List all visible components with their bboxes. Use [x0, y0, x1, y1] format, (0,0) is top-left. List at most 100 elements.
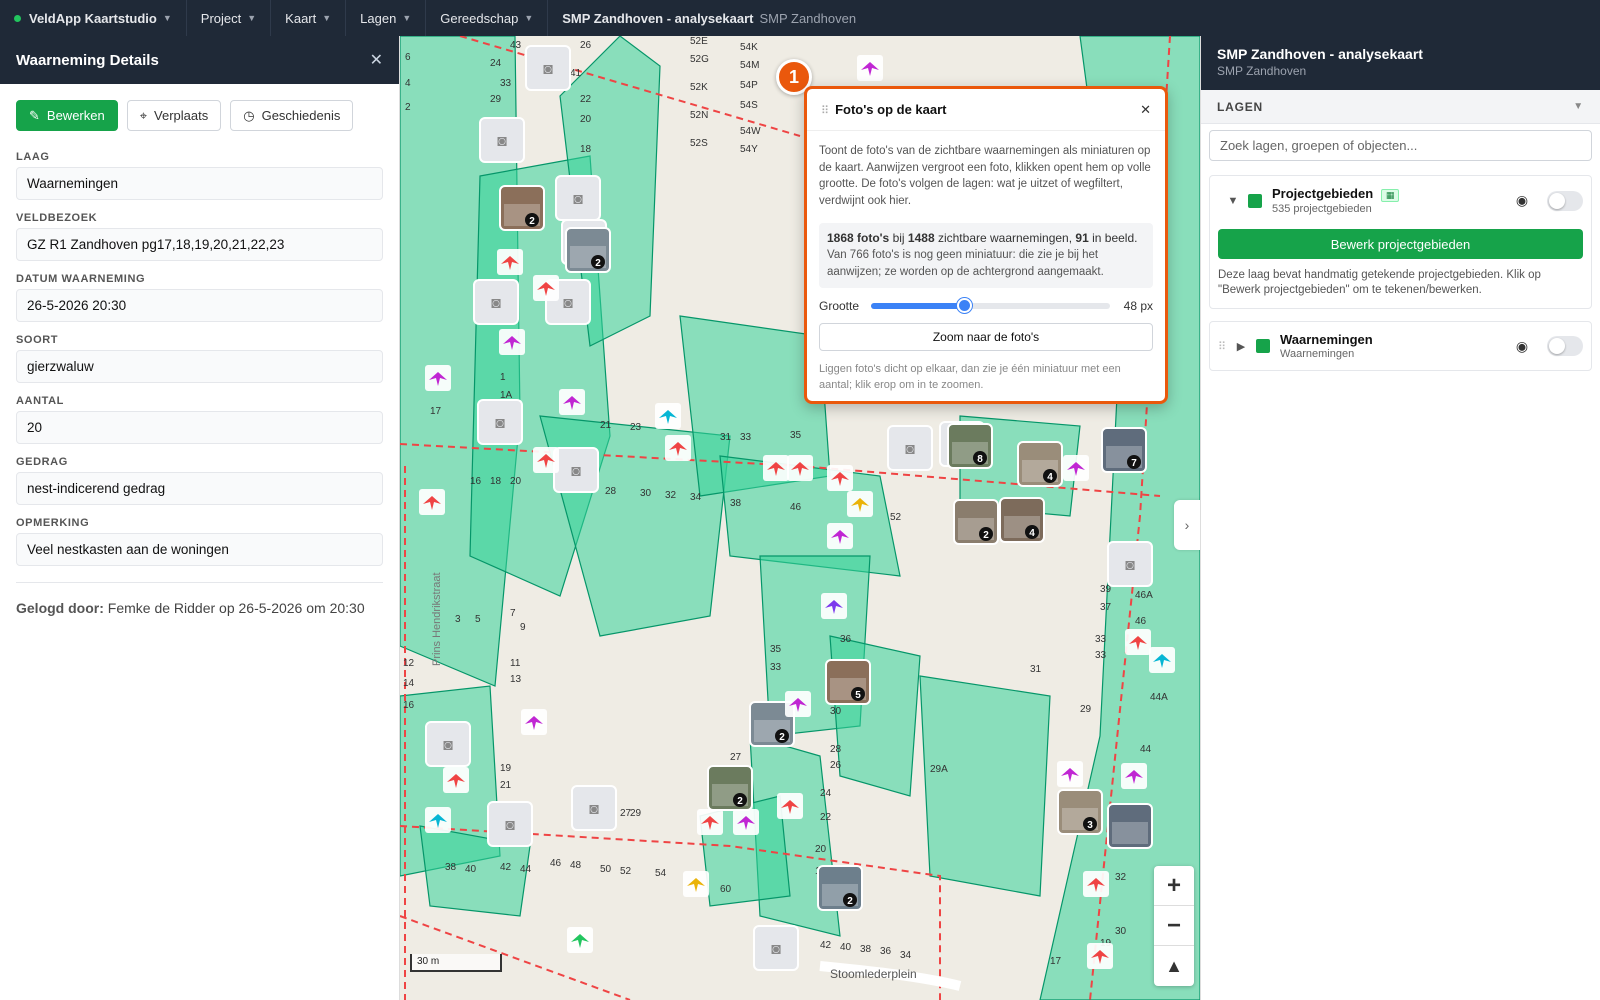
- observation-marker[interactable]: [567, 927, 593, 953]
- field-value-veldbezoek: GZ R1 Zandhoven pg17,18,19,20,21,22,23: [16, 228, 383, 261]
- layer-search-input[interactable]: Zoek lagen, groepen of objecten...: [1209, 130, 1592, 161]
- observation-marker[interactable]: [559, 389, 585, 415]
- observation-marker[interactable]: [1125, 629, 1151, 655]
- observation-marker[interactable]: [697, 809, 723, 835]
- observation-marker[interactable]: [787, 455, 813, 481]
- observation-marker[interactable]: [733, 809, 759, 835]
- observation-marker[interactable]: [1121, 763, 1147, 789]
- drag-handle-icon[interactable]: ⠿: [821, 105, 829, 117]
- observation-marker[interactable]: [443, 767, 469, 793]
- observation-marker[interactable]: [857, 55, 883, 81]
- photos-popup: ⠿ Foto's op de kaart ✕ Toont de foto's va…: [804, 86, 1168, 404]
- photo-cluster[interactable]: [1107, 803, 1153, 849]
- photo-cluster[interactable]: 2: [499, 185, 545, 231]
- zoom-in-button[interactable]: +: [1154, 866, 1194, 906]
- photo-placeholder[interactable]: ◙: [553, 447, 599, 493]
- photo-placeholder[interactable]: ◙: [571, 785, 617, 831]
- layers-panel: SMP Zandhoven - analysekaart SMP Zandhov…: [1200, 36, 1600, 1000]
- observation-marker[interactable]: [425, 807, 451, 833]
- size-slider-handle[interactable]: [957, 298, 973, 313]
- field-value-soort: gierzwaluw: [16, 350, 383, 383]
- zoom-to-photos-button[interactable]: Zoom naar de foto's: [819, 323, 1153, 351]
- cluster-count: 2: [595, 258, 601, 269]
- field-label: AANTAL: [16, 395, 64, 407]
- eye-icon[interactable]: ◉: [1511, 192, 1533, 209]
- photo-cluster[interactable]: 4: [999, 497, 1045, 543]
- photo-placeholder[interactable]: ◙: [425, 721, 471, 767]
- photo-placeholder[interactable]: ◙: [555, 175, 601, 221]
- chevron-down-icon: ▼: [162, 13, 172, 23]
- layers-section-header[interactable]: LAGEN ▼: [1201, 90, 1600, 124]
- observation-marker[interactable]: [1063, 455, 1089, 481]
- house-number: 31: [720, 432, 732, 443]
- observation-marker[interactable]: [827, 523, 853, 549]
- observation-marker[interactable]: [785, 691, 811, 717]
- menu-kaart[interactable]: Kaart ▼: [271, 0, 347, 36]
- photo-cluster[interactable]: 5: [825, 659, 871, 705]
- photo-placeholder[interactable]: ◙: [887, 425, 933, 471]
- menu-project[interactable]: Project ▼: [187, 0, 272, 36]
- drag-handle-icon[interactable]: ⠿: [1218, 340, 1232, 353]
- observation-marker[interactable]: [499, 329, 525, 355]
- observation-marker[interactable]: [1087, 943, 1113, 969]
- layer-toggle[interactable]: [1547, 336, 1583, 356]
- photo-cluster[interactable]: 2: [707, 765, 753, 811]
- observation-marker[interactable]: [665, 435, 691, 461]
- collapse-triangle-icon[interactable]: ▼: [1218, 195, 1248, 207]
- photo-cluster[interactable]: 2: [953, 499, 999, 545]
- photo-cluster[interactable]: 2: [565, 227, 611, 273]
- compass-button[interactable]: ▲: [1154, 946, 1194, 986]
- menu-lagen[interactable]: Lagen ▼: [346, 0, 427, 36]
- observation-marker[interactable]: [419, 489, 445, 515]
- size-slider[interactable]: [871, 298, 1110, 313]
- move-button[interactable]: ⌖ Verplaats: [126, 100, 222, 131]
- observation-marker[interactable]: [425, 365, 451, 391]
- photo-placeholder[interactable]: ◙: [473, 279, 519, 325]
- house-number: 22: [580, 94, 592, 105]
- photo-cluster[interactable]: 7: [1101, 427, 1147, 473]
- observation-marker[interactable]: [1083, 871, 1109, 897]
- observation-marker[interactable]: [533, 275, 559, 301]
- observation-marker[interactable]: [533, 447, 559, 473]
- house-number: 24: [490, 58, 502, 69]
- photo-placeholder[interactable]: ◙: [487, 801, 533, 847]
- observation-marker[interactable]: [521, 709, 547, 735]
- close-icon[interactable]: ✕: [1140, 102, 1151, 118]
- photo-placeholder[interactable]: ◙: [477, 399, 523, 445]
- photo-cluster[interactable]: 4: [1017, 441, 1063, 487]
- observation-marker[interactable]: [847, 491, 873, 517]
- photo-placeholder[interactable]: ◙: [1107, 541, 1153, 587]
- observation-marker[interactable]: [497, 249, 523, 275]
- observation-marker[interactable]: [763, 455, 789, 481]
- size-label: Grootte: [819, 299, 860, 313]
- edit-projectgebieden-button[interactable]: Bewerk projectgebieden: [1218, 229, 1583, 259]
- collapse-panel-button[interactable]: ›: [1174, 500, 1200, 550]
- observation-marker[interactable]: [683, 871, 709, 897]
- zoom-out-button[interactable]: −: [1154, 906, 1194, 946]
- observation-marker[interactable]: [1057, 761, 1083, 787]
- brand-menu[interactable]: VeldApp Kaartstudio ▼: [0, 0, 187, 36]
- house-number: 36: [880, 946, 892, 957]
- menu-gereedschap[interactable]: Gereedschap ▼: [426, 0, 549, 36]
- edit-button[interactable]: ✎ Bewerken: [16, 100, 118, 131]
- observation-marker[interactable]: [655, 403, 681, 429]
- close-icon[interactable]: ✕: [370, 50, 383, 70]
- expand-triangle-icon[interactable]: ▶: [1232, 340, 1250, 353]
- photo-cluster[interactable]: 2: [817, 865, 863, 911]
- photo-placeholder[interactable]: ◙: [525, 45, 571, 91]
- layer-toggle[interactable]: [1547, 190, 1583, 211]
- observation-marker[interactable]: [827, 465, 853, 491]
- photo-cluster[interactable]: 3: [1057, 789, 1103, 835]
- history-button[interactable]: ◷ Geschiedenis: [230, 100, 354, 131]
- observation-marker[interactable]: [1149, 647, 1175, 673]
- eye-icon[interactable]: ◉: [1511, 338, 1533, 355]
- project-subtitle: SMP Zandhoven: [759, 10, 857, 26]
- map-canvas[interactable]: 43 26 24 41 33 29 22 20 18 52E 52G 52K 52N 52S 54K 54M 5…: [400, 36, 1200, 1000]
- photo-cluster[interactable]: 8: [947, 423, 993, 469]
- observation-marker[interactable]: [777, 793, 803, 819]
- house-number: 22: [820, 812, 832, 823]
- photo-placeholder[interactable]: ◙: [753, 925, 799, 971]
- house-number: 54K: [740, 42, 758, 53]
- observation-marker[interactable]: [821, 593, 847, 619]
- photo-placeholder[interactable]: ◙: [479, 117, 525, 163]
